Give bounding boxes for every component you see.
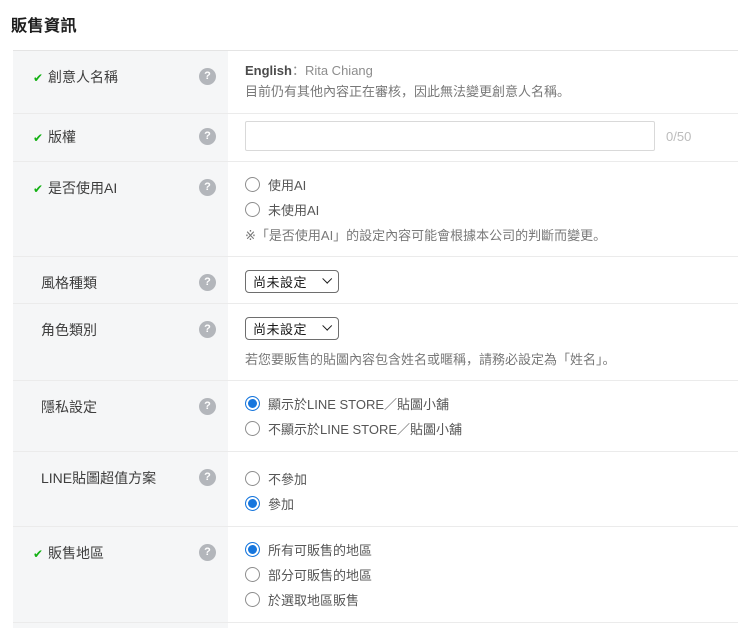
creator-name-label-cell: ✔ 創意人名稱 ? (13, 51, 228, 113)
privacy-label-cell: 隱私設定 ? (13, 381, 228, 451)
required-check-icon: ✔ (33, 71, 44, 85)
radio-option-join[interactable]: 參加 (245, 491, 738, 516)
character-category-label-cell: 角色類別 ? (13, 304, 228, 380)
radio-option-not-join[interactable]: 不參加 (245, 466, 738, 491)
row-premium-plan: LINE貼圖超值方案 ? 不參加 參加 (13, 452, 738, 527)
chevron-down-icon (322, 320, 333, 331)
radio-unchecked-icon[interactable] (245, 421, 260, 436)
premium-plan-content: 不參加 參加 (228, 452, 738, 526)
privacy-content: 顯示於LINE STORE／貼圖小舖 不顯示於LINE STORE／貼圖小舖 (228, 381, 738, 451)
row-ai-usage: ✔ 是否使用AI ? 使用AI 未使用AI ※「是否使用AI」的設定內容可能會根… (13, 162, 738, 257)
ai-usage-label-cell: ✔ 是否使用AI ? (13, 162, 228, 256)
creator-name-language: English (245, 63, 292, 78)
style-type-content: 尚未設定 (228, 257, 738, 303)
radio-option-no-ai[interactable]: 未使用AI (245, 197, 738, 222)
sale-area-label-cell: ✔ 販售地區 ? (13, 527, 228, 622)
required-check-icon: ✔ (33, 547, 44, 561)
help-icon[interactable]: ? (199, 321, 216, 338)
character-category-select[interactable]: 尚未設定 (245, 317, 340, 340)
character-category-content: 尚未設定 若您要販售的貼圖內容包含姓名或暱稱，請務必設定為「姓名」。 (228, 304, 738, 380)
sale-area-content: 所有可販售的地區 部分可販售的地區 於選取地區販售 (228, 527, 738, 622)
row-copyright: ✔ 版權 ? 0/50 (13, 114, 738, 162)
creator-name-note: 目前仍有其他內容正在審核，因此無法變更創意人名稱。 (245, 84, 571, 99)
character-category-label: 角色類別 (41, 322, 97, 338)
radio-option-use-ai[interactable]: 使用AI (245, 172, 738, 197)
help-icon[interactable]: ? (199, 179, 216, 196)
row-creator-name: ✔ 創意人名稱 ? English：Rita Chiang 目前仍有其他內容正在… (13, 51, 738, 114)
help-icon[interactable]: ? (199, 469, 216, 486)
creator-name-label: 創意人名稱 (48, 69, 118, 85)
row-character-category: 角色類別 ? 尚未設定 若您要販售的貼圖內容包含姓名或暱稱，請務必設定為「姓名」… (13, 304, 738, 381)
creator-name-text: ：Rita Chiang (291, 63, 373, 78)
style-type-select[interactable]: 尚未設定 (245, 270, 340, 293)
radio-unchecked-icon[interactable] (245, 592, 260, 607)
character-category-note: 若您要販售的貼圖內容包含姓名或暱稱，請務必設定為「姓名」。 (245, 352, 616, 367)
page-title: 販售資訊 (11, 18, 78, 35)
radio-option-all-areas[interactable]: 所有可販售的地區 (245, 537, 738, 562)
style-type-label-cell: 風格種類 ? (13, 257, 228, 303)
creator-name-content: English：Rita Chiang 目前仍有其他內容正在審核，因此無法變更創… (228, 51, 738, 113)
radio-checked-icon[interactable] (245, 542, 260, 557)
radio-option-some-areas[interactable]: 部分可販售的地區 (245, 562, 738, 587)
radio-checked-icon[interactable] (245, 396, 260, 411)
row-privacy: 隱私設定 ? 顯示於LINE STORE／貼圖小舖 不顯示於LINE STORE… (13, 381, 738, 452)
help-icon[interactable]: ? (199, 274, 216, 291)
row-style-type: 風格種類 ? 尚未設定 (13, 257, 738, 304)
radio-unchecked-icon[interactable] (245, 567, 260, 582)
copyright-label-cell: ✔ 版權 ? (13, 114, 228, 161)
special-feature-content: 不參加 (228, 623, 738, 628)
premium-plan-label-cell: LINE貼圖超值方案 ? (13, 452, 228, 526)
privacy-label: 隱私設定 (41, 399, 97, 415)
sale-area-label: 販售地區 (48, 545, 104, 561)
radio-checked-icon[interactable] (245, 496, 260, 511)
ai-usage-note: ※「是否使用AI」的設定內容可能會根據本公司的判斷而變更。 (245, 228, 607, 243)
premium-plan-label: LINE貼圖超值方案 (41, 470, 157, 486)
special-feature-label-cell: ✔ 特輯企劃 ? (13, 623, 228, 628)
radio-unchecked-icon[interactable] (245, 471, 260, 486)
radio-option-show-store[interactable]: 顯示於LINE STORE／貼圖小舖 (245, 391, 738, 416)
help-icon[interactable]: ? (199, 398, 216, 415)
required-check-icon: ✔ (33, 182, 44, 196)
row-sale-area: ✔ 販售地區 ? 所有可販售的地區 部分可販售的地區 於選取地區販售 (13, 527, 738, 623)
radio-option-hide-store[interactable]: 不顯示於LINE STORE／貼圖小舖 (245, 416, 738, 441)
style-type-label: 風格種類 (41, 275, 97, 291)
help-icon[interactable]: ? (199, 68, 216, 85)
copyright-input[interactable] (245, 121, 655, 151)
ai-usage-content: 使用AI 未使用AI ※「是否使用AI」的設定內容可能會根據本公司的判斷而變更。 (228, 162, 738, 256)
copyright-content: 0/50 (228, 114, 738, 161)
radio-unchecked-icon[interactable] (245, 177, 260, 192)
char-counter: 0/50 (666, 128, 692, 144)
row-special-feature: ✔ 特輯企劃 ? 不參加 (13, 623, 738, 628)
ai-usage-label: 是否使用AI (48, 180, 118, 196)
sales-info-page: 販售資訊 ✔ 創意人名稱 ? English：Rita Chiang 目前仍有其… (0, 12, 740, 628)
help-icon[interactable]: ? (199, 544, 216, 561)
radio-option-selected-areas[interactable]: 於選取地區販售 (245, 587, 738, 612)
sales-info-form: ✔ 創意人名稱 ? English：Rita Chiang 目前仍有其他內容正在… (13, 50, 738, 628)
creator-name-value: English：Rita Chiang (245, 60, 738, 81)
radio-unchecked-icon[interactable] (245, 202, 260, 217)
help-icon[interactable]: ? (199, 128, 216, 145)
chevron-down-icon (322, 273, 333, 284)
copyright-label: 版權 (48, 129, 76, 145)
required-check-icon: ✔ (33, 131, 44, 145)
